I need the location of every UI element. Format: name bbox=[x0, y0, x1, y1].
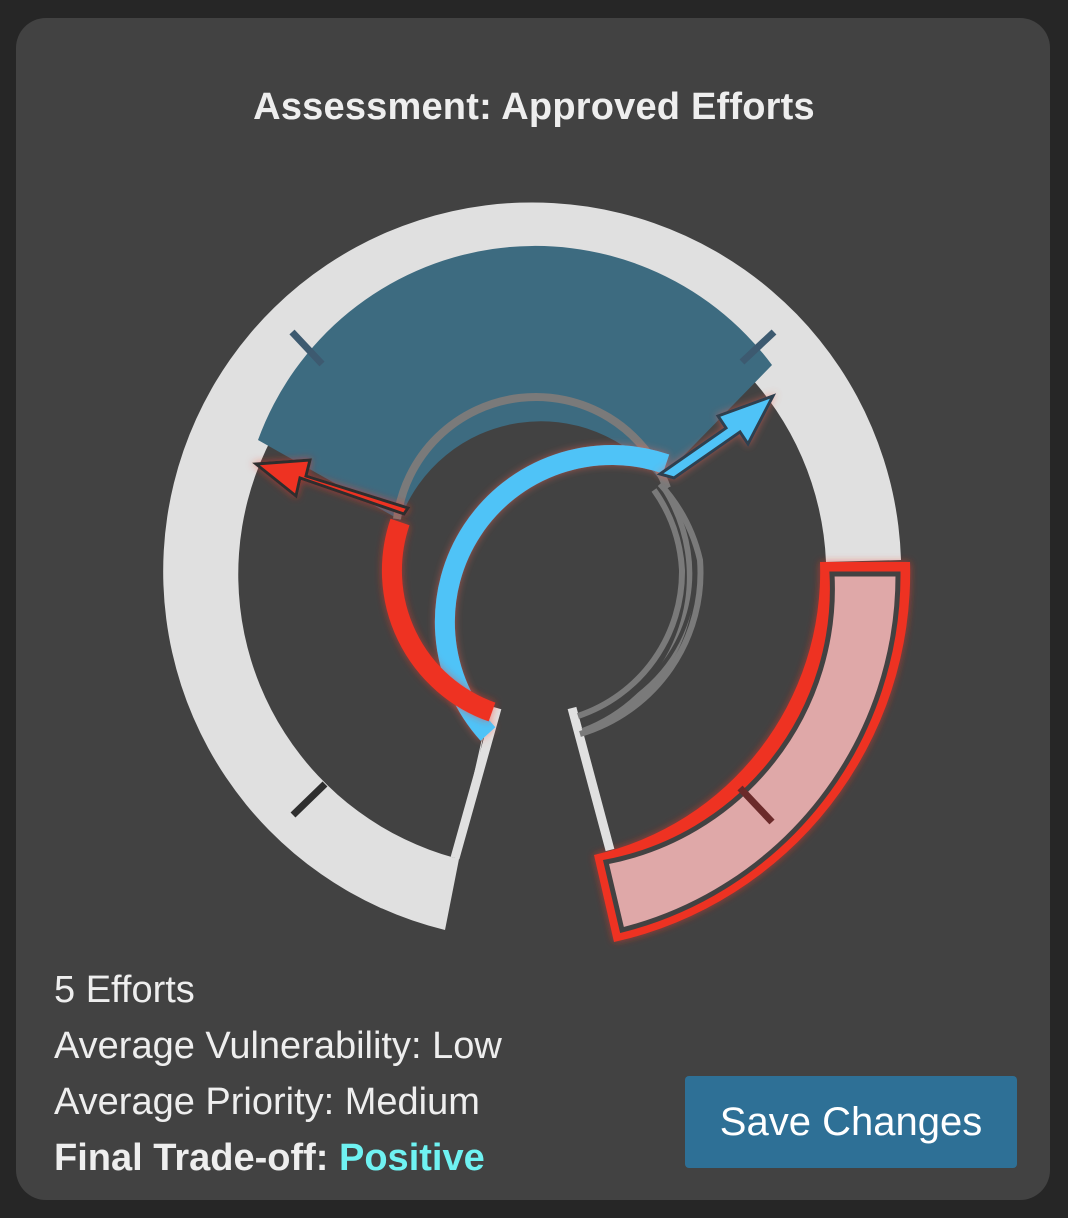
average-vulnerability: Average Vulnerability: Low bbox=[54, 1025, 502, 1067]
final-tradeoff-label: Final Trade-off: bbox=[54, 1137, 339, 1179]
save-changes-button[interactable]: Save Changes bbox=[685, 1076, 1017, 1168]
final-tradeoff-value: Positive bbox=[339, 1137, 485, 1179]
efforts-count: 5 Efforts bbox=[54, 969, 195, 1011]
average-priority: Average Priority: Medium bbox=[54, 1081, 480, 1123]
assessment-stats: 5 Efforts Average Vulnerability: Low Ave… bbox=[54, 962, 502, 1186]
gauge-inner-ring-right-3 bbox=[577, 488, 686, 719]
final-tradeoff: Final Trade-off: Positive bbox=[54, 1130, 502, 1186]
